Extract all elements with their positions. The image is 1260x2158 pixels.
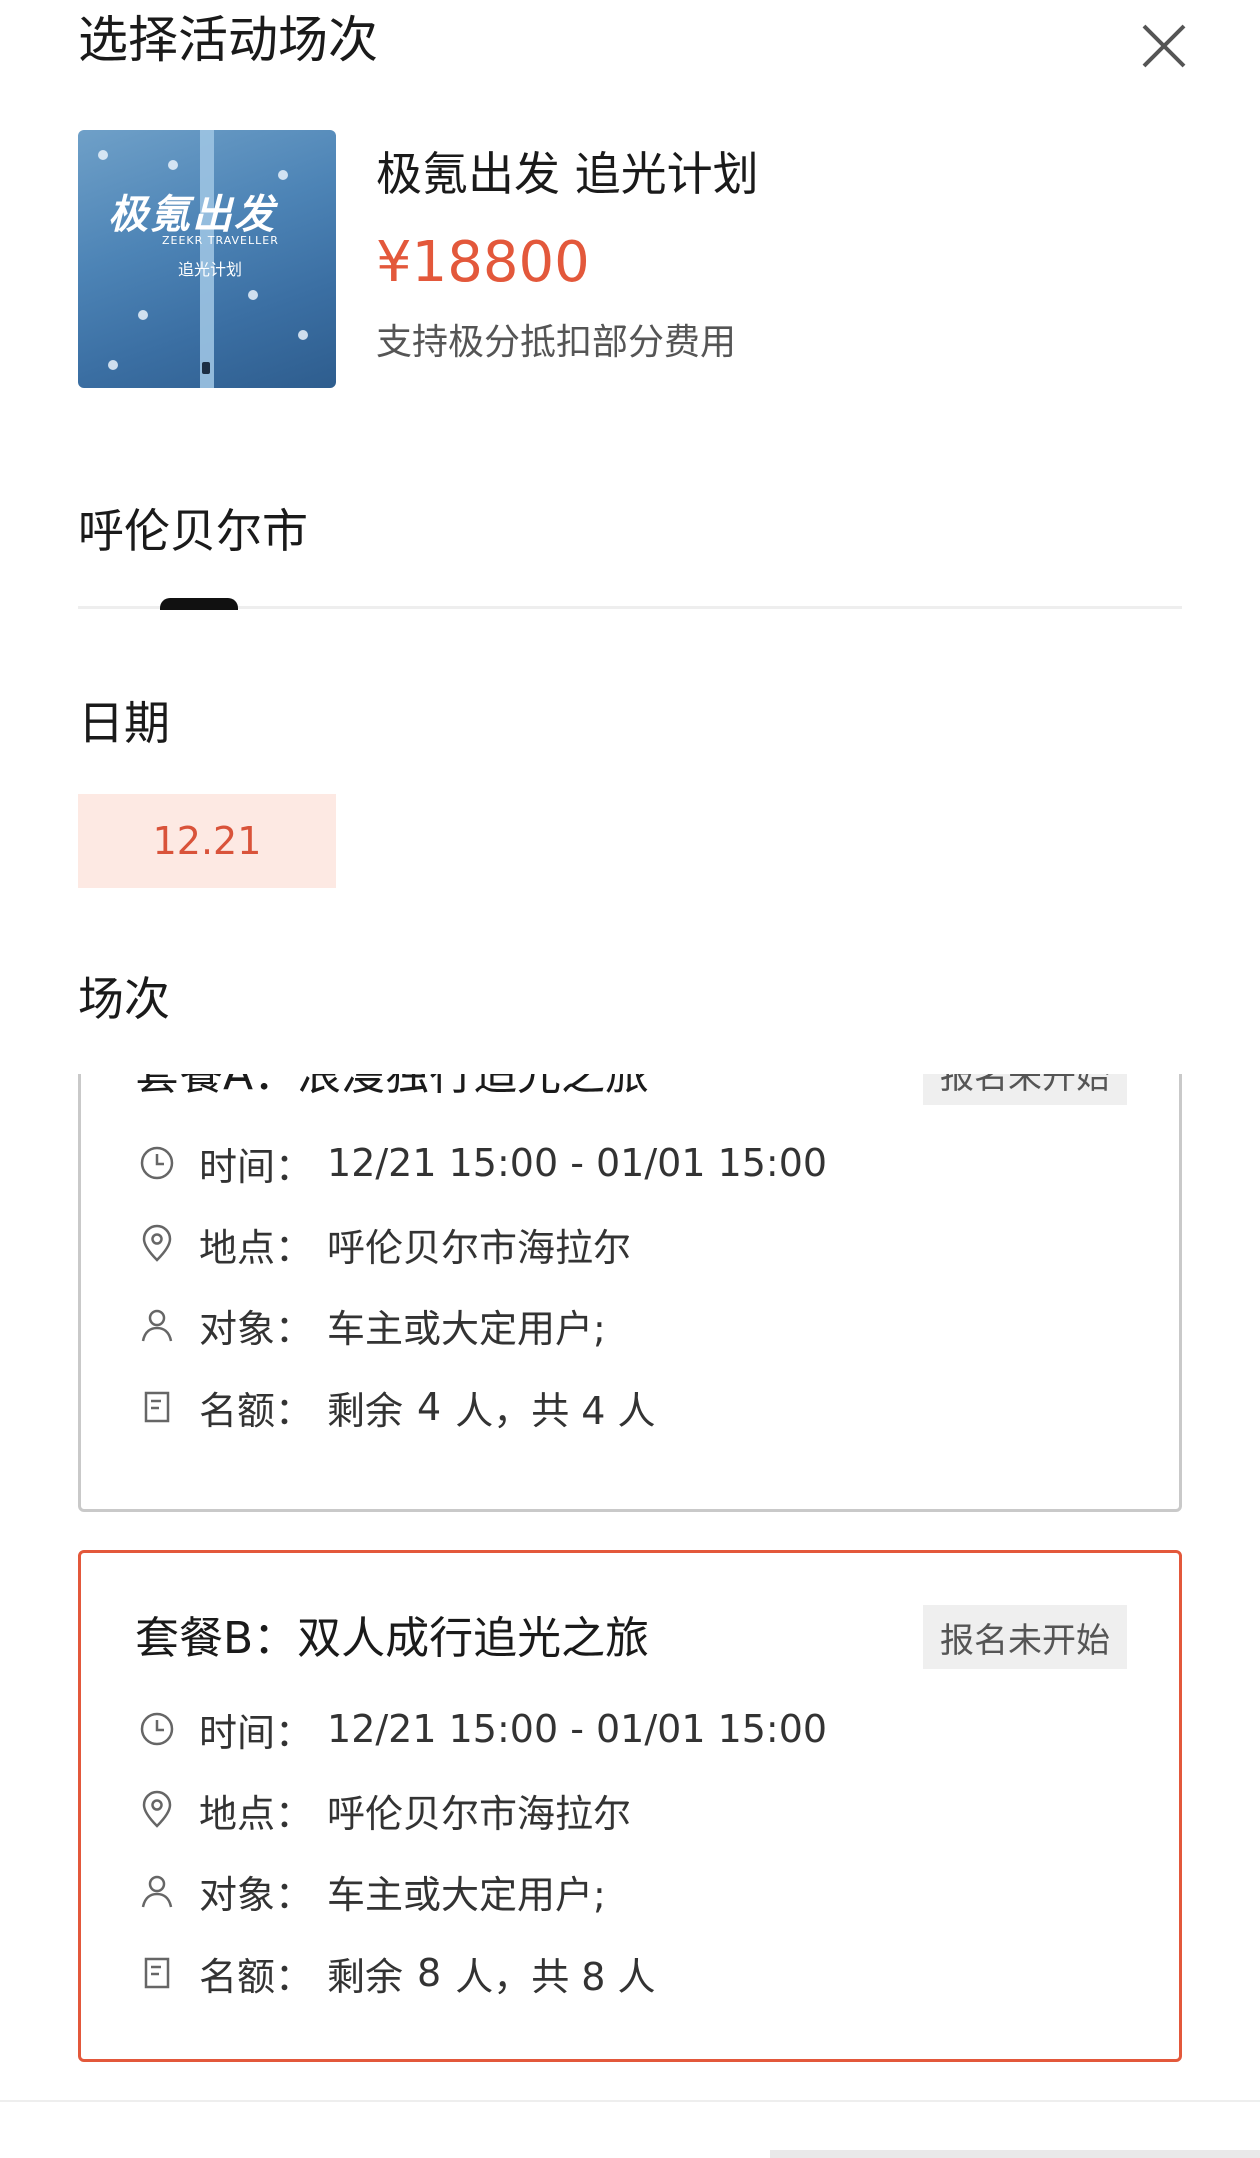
date-heading: 日期 (78, 696, 170, 750)
time-value: 12/21 15:00 - 01/01 15:00 (327, 1141, 828, 1185)
product-name: 极氪出发 追光计划 (376, 147, 759, 201)
product-price: ¥18800 (376, 230, 590, 295)
thumb-logo-text: 极氪出发 (108, 191, 276, 238)
thumb-tree (248, 290, 258, 300)
session-list-viewport[interactable]: 套餐A：浪漫独行追光之旅 报名未开始 时间： 12/21 15:00 - 01/… (78, 1074, 1182, 1512)
target-label: 对象： (199, 1872, 314, 1917)
quota-row: 名额： 剩余 4 人，共 4 人 (135, 1377, 656, 1437)
document-icon (135, 1951, 179, 1995)
target-row: 对象： 车主或大定用户; (135, 1861, 606, 1921)
thumb-tree (298, 330, 308, 340)
quota-row: 名额： 剩余 8 人，共 8 人 (135, 1943, 656, 2003)
close-button[interactable] (1136, 18, 1192, 74)
place-row: 地点： 呼伦贝尔市海拉尔 (135, 1780, 631, 1840)
thumb-tree (138, 310, 148, 320)
clock-icon (135, 1707, 179, 1751)
time-label: 时间： (199, 1710, 314, 1755)
time-label: 时间： (199, 1144, 314, 1189)
date-chip[interactable]: 12.21 (78, 794, 336, 888)
quota-remaining: 8 (417, 1951, 442, 1995)
place-value: 呼伦贝尔市海拉尔 (327, 1791, 632, 1836)
time-row: 时间： 12/21 15:00 - 01/01 15:00 (135, 1699, 827, 1759)
city-tab[interactable]: 呼伦贝尔市 (78, 500, 308, 562)
person-icon (135, 1303, 179, 1347)
session-card-b[interactable]: 套餐B：双人成行追光之旅 报名未开始 时间： 12/21 15:00 - 01/… (78, 1550, 1182, 2062)
quota-post: 人，共 8 人 (455, 1954, 656, 1999)
bottom-divider (0, 2100, 1260, 2102)
status-badge: 报名未开始 (923, 1605, 1127, 1669)
quota-label: 名额： (199, 1388, 314, 1433)
city-tab-indicator (160, 598, 238, 610)
thumb-tree (168, 160, 178, 170)
target-label: 对象： (199, 1306, 314, 1351)
place-label: 地点： (199, 1791, 314, 1836)
sheet-title: 选择活动场次 (78, 11, 378, 69)
bottom-bar (770, 2150, 1260, 2158)
time-row: 时间： 12/21 15:00 - 01/01 15:00 (135, 1133, 827, 1193)
thumb-tree (278, 170, 288, 180)
city-divider (78, 606, 1182, 609)
target-value: 车主或大定用户; (327, 1872, 606, 1917)
target-row: 对象： 车主或大定用户; (135, 1295, 606, 1355)
clock-icon (135, 1141, 179, 1185)
thumb-tree (108, 360, 118, 370)
product-thumbnail: 极氪出发 ZEEKR TRAVELLER 追光计划 (78, 130, 336, 388)
session-card-a[interactable]: 套餐A：浪漫独行追光之旅 报名未开始 时间： 12/21 15:00 - 01/… (78, 1074, 1182, 1512)
thumb-tree (98, 150, 108, 160)
quota-label: 名额： (199, 1954, 314, 1999)
place-value: 呼伦贝尔市海拉尔 (327, 1225, 632, 1270)
quota-post: 人，共 4 人 (455, 1388, 656, 1433)
target-value: 车主或大定用户; (327, 1306, 606, 1351)
status-badge: 报名未开始 (923, 1074, 1127, 1105)
thumb-car (202, 362, 210, 374)
person-icon (135, 1869, 179, 1913)
location-pin-icon (135, 1788, 179, 1832)
product-note: 支持极分抵扣部分费用 (376, 322, 737, 363)
place-row: 地点： 呼伦贝尔市海拉尔 (135, 1214, 631, 1274)
place-label: 地点： (199, 1225, 314, 1270)
quota-pre: 剩余 (327, 1954, 404, 1999)
time-value: 12/21 15:00 - 01/01 15:00 (327, 1707, 828, 1751)
location-pin-icon (135, 1222, 179, 1266)
quota-remaining: 4 (417, 1385, 442, 1429)
close-icon (1142, 24, 1186, 68)
session-title: 套餐A：浪漫独行追光之旅 (135, 1074, 650, 1100)
session-title: 套餐B：双人成行追光之旅 (135, 1613, 650, 1664)
document-icon (135, 1385, 179, 1429)
session-heading: 场次 (78, 972, 170, 1026)
quota-pre: 剩余 (327, 1388, 404, 1433)
thumb-plan: 追光计划 (178, 260, 243, 279)
thumb-subtitle: ZEEKR TRAVELLER (162, 234, 279, 247)
